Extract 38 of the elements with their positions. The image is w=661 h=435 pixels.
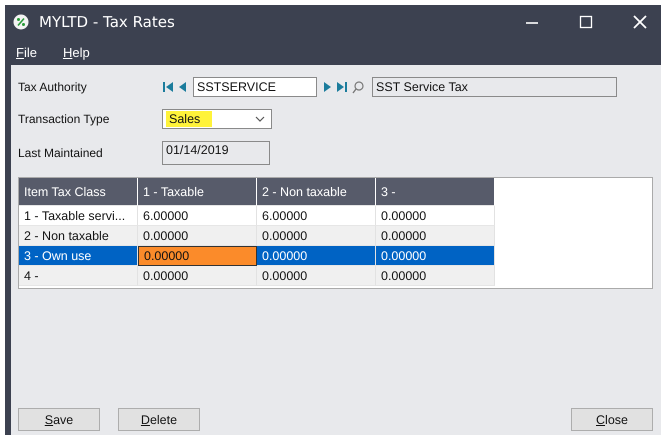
app-icon	[13, 14, 29, 30]
search-icon[interactable]	[352, 80, 364, 94]
field-label: Tax Authority	[18, 80, 88, 94]
close-button[interactable]: Close	[571, 408, 653, 431]
description-field: SST Service Tax	[372, 77, 617, 97]
maximize-icon[interactable]	[579, 15, 593, 29]
next-record-icon[interactable]	[323, 81, 332, 93]
chevron-down-icon	[255, 116, 265, 122]
last-record-icon[interactable]	[336, 81, 348, 93]
action-button[interactable]: Delete	[118, 408, 200, 431]
table-cell[interactable]: 0.00000	[257, 226, 376, 246]
table-cell[interactable]: 0.00000	[257, 246, 376, 266]
table-cell[interactable]: 0.00000	[138, 266, 257, 286]
tax-authority-field[interactable]: SSTSERVICE	[193, 77, 317, 97]
table-cell[interactable]: 0.00000	[257, 266, 376, 286]
table-cell[interactable]: 0.00000	[138, 226, 257, 246]
column-header[interactable]: 2 - Non taxable	[257, 178, 376, 206]
field-label: Transaction Type	[18, 112, 110, 126]
menu-item[interactable]: File	[14, 44, 39, 60]
table-cell[interactable]: 0.00000	[376, 246, 495, 266]
table-cell[interactable]: 3 - Own use	[19, 246, 138, 266]
close-icon[interactable]	[633, 15, 647, 29]
table-cell[interactable]: 0.00000	[376, 226, 495, 246]
menu-item[interactable]: Help	[60, 44, 92, 60]
table-cell[interactable]: 0.00000	[138, 246, 257, 266]
column-header[interactable]: 3 -	[376, 178, 495, 206]
field-label: Last Maintained	[18, 146, 104, 160]
column-header[interactable]: Item Tax Class	[19, 178, 138, 206]
last-maintained-field: 01/14/2019	[162, 141, 270, 165]
action-button[interactable]: Save	[18, 408, 100, 431]
column-header[interactable]: 1 - Taxable	[138, 178, 257, 206]
window-title: MYLTD - Tax Rates	[39, 13, 175, 31]
first-record-icon[interactable]	[162, 81, 174, 93]
table-cell[interactable]: 2 - Non taxable	[19, 226, 138, 246]
table-cell[interactable]: 4 -	[19, 266, 138, 286]
table-cell[interactable]: 0.00000	[376, 266, 495, 286]
previous-record-icon[interactable]	[178, 81, 187, 93]
transaction-type-dropdown[interactable]: Sales	[162, 109, 272, 129]
